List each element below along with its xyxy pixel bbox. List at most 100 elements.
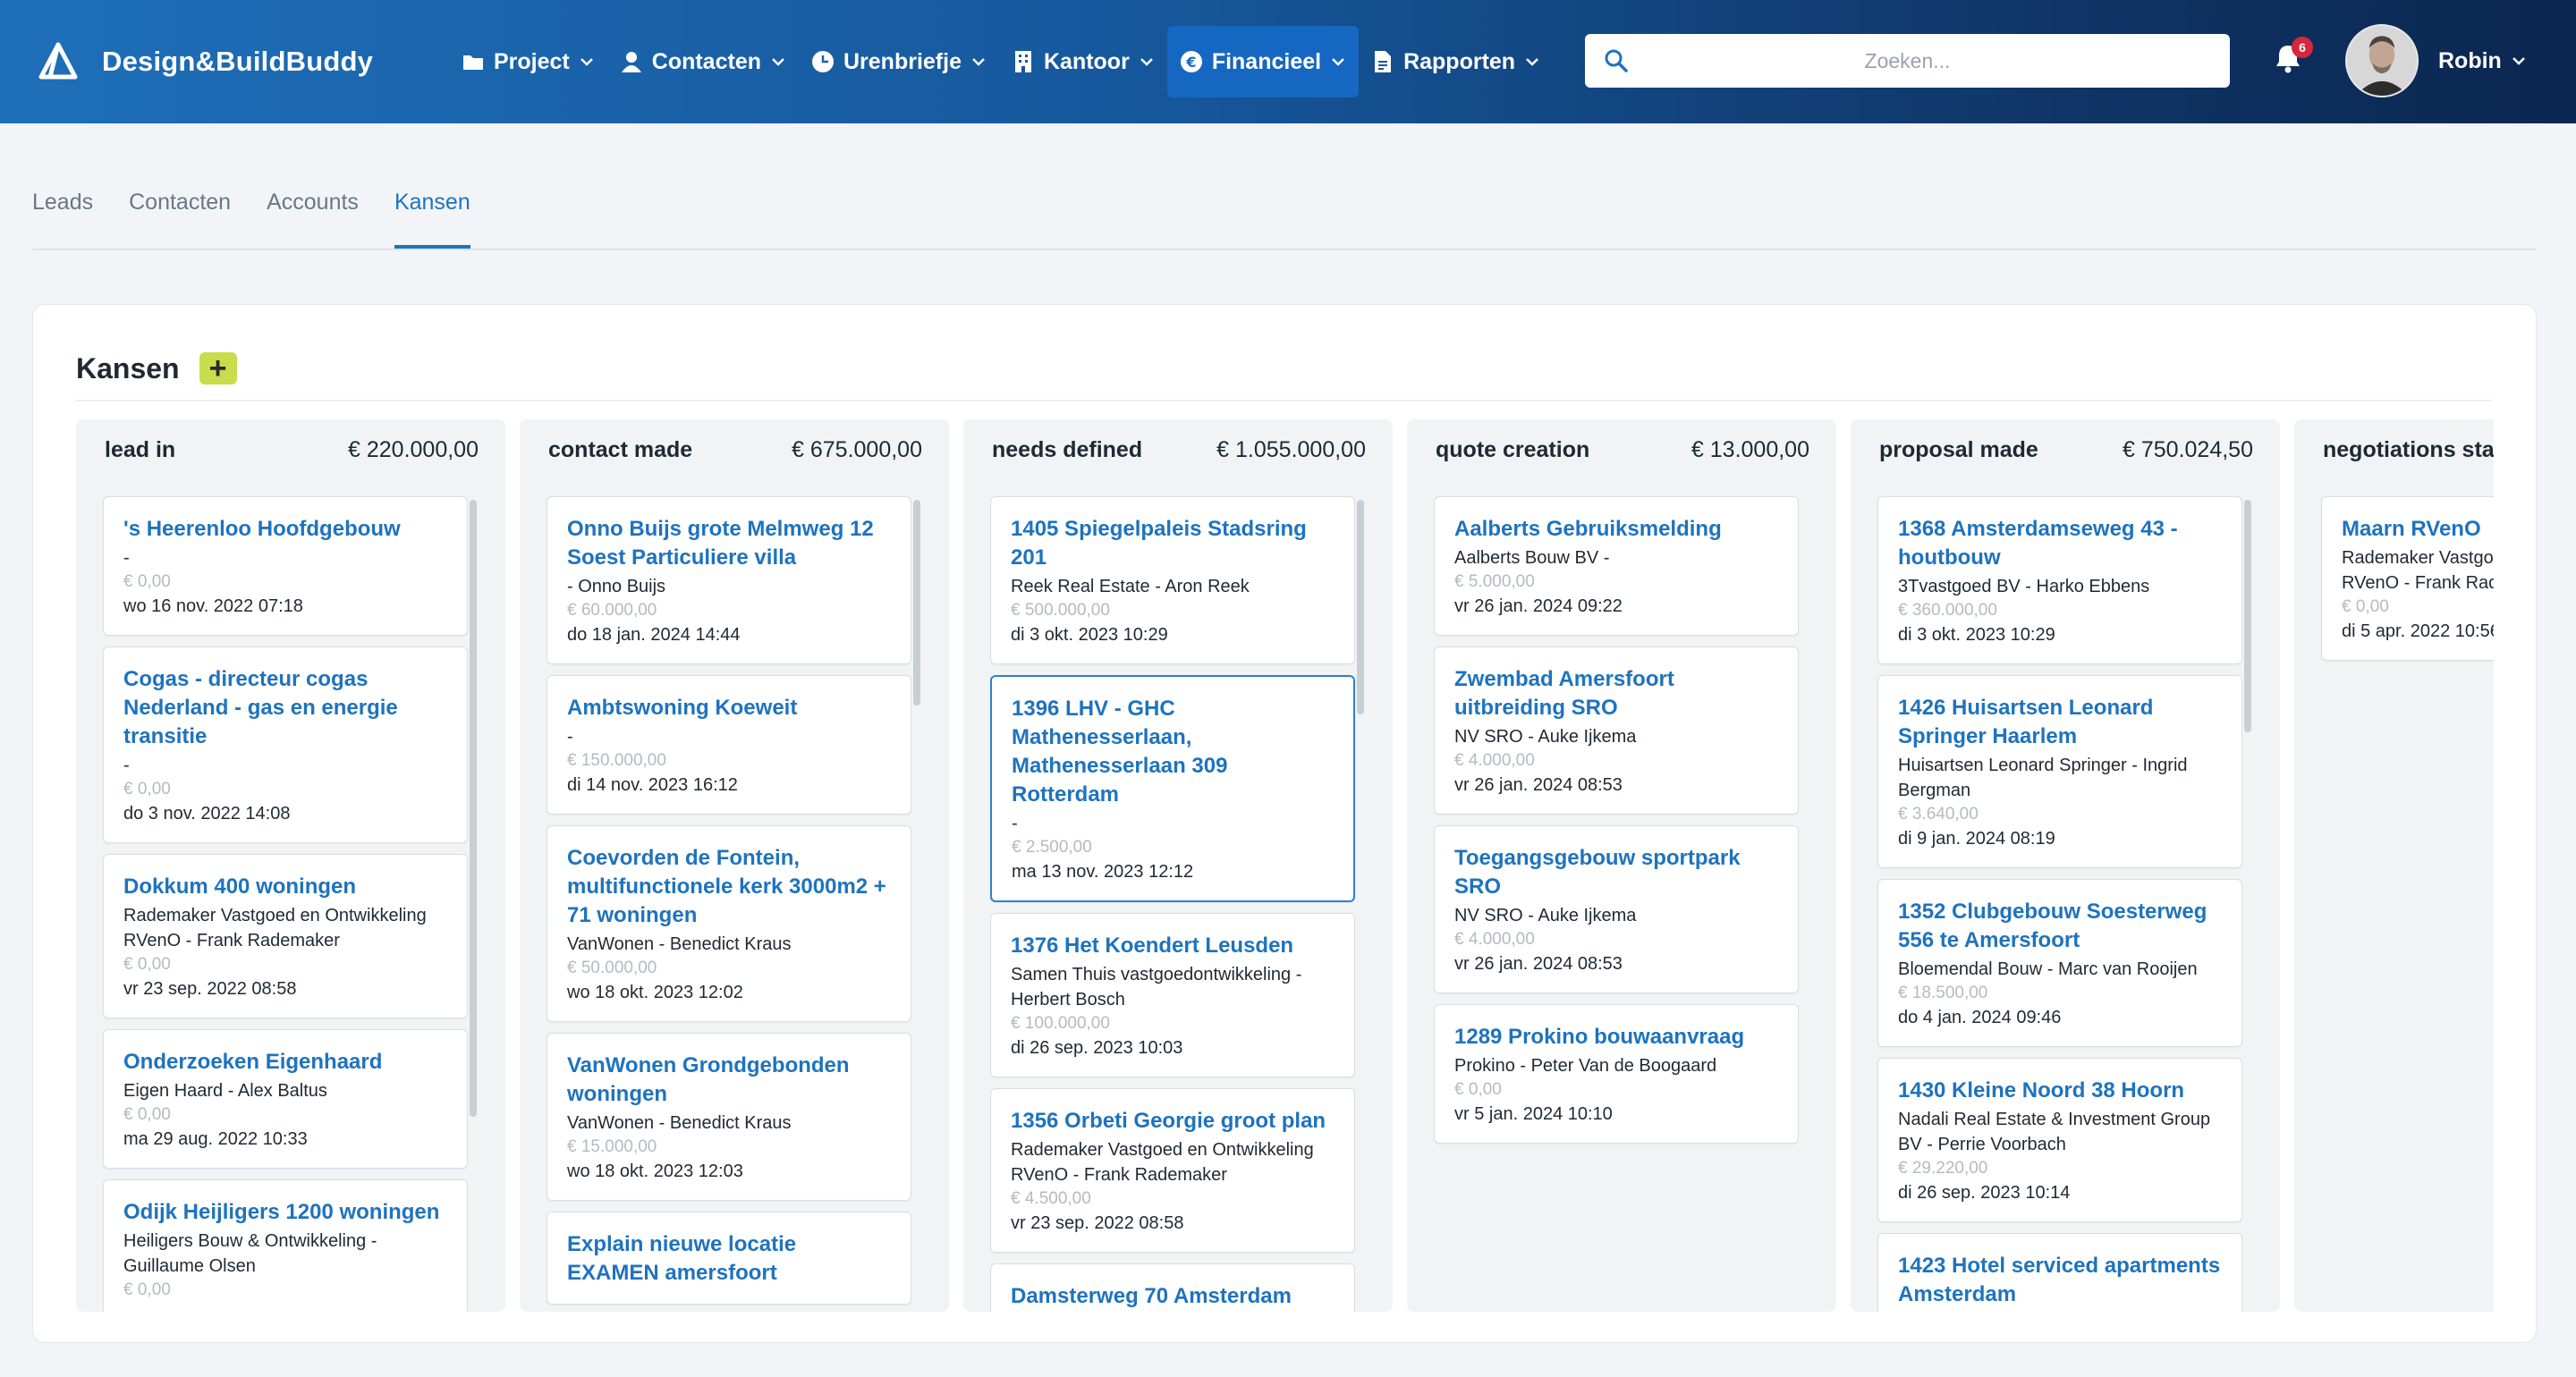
main-nav: Project Contacten Urenbriefje Kantoor € … xyxy=(422,0,1553,123)
opportunity-card[interactable]: 1396 LHV - GHC Mathenesserlaan, Mathenes… xyxy=(990,675,1355,902)
opportunity-card[interactable]: 1376 Het Koendert Leusden Samen Thuis vas… xyxy=(990,913,1355,1077)
opportunity-card[interactable]: 1405 Spiegelpaleis Stadsring 201 Reek Rea… xyxy=(990,496,1355,664)
card-title-link[interactable]: Cogas - directeur cogas Nederland - gas … xyxy=(123,665,447,751)
opportunity-card[interactable]: Onderzoeken Eigenhaard Eigen Haard - Alex… xyxy=(103,1029,468,1169)
document-icon xyxy=(1375,51,1392,72)
card-list[interactable]: Onno Buijs grote Melmweg 12 Soest Partic… xyxy=(547,496,911,1312)
page-title: Kansen xyxy=(76,351,180,384)
opportunity-card[interactable]: 1423 Hotel serviced apartments Amsterdam xyxy=(1877,1233,2242,1312)
column-total-amount: € 13.000,00 xyxy=(1690,437,1809,462)
opportunity-card[interactable]: 1426 Huisartsen Leonard Springer Haarlem… xyxy=(1877,675,2242,868)
card-list[interactable]: Aalberts Gebruiksmelding Aalberts Bouw BV… xyxy=(1434,496,1799,1312)
card-title-link[interactable]: 1426 Huisartsen Leonard Springer Haarlem xyxy=(1898,694,2222,751)
column-header: proposal made € 750.024,50 xyxy=(1879,437,2253,463)
opportunity-card[interactable]: Aalberts Gebruiksmelding Aalberts Bouw BV… xyxy=(1434,496,1799,636)
opportunity-card[interactable]: 1356 Orbeti Georgie groot plan Rademaker … xyxy=(990,1088,1355,1253)
card-title-link[interactable]: 1405 Spiegelpaleis Stadsring 201 xyxy=(1011,515,1335,572)
card-title-link[interactable]: Maarn RVenO xyxy=(2342,515,2494,544)
chevron-down-icon xyxy=(1526,58,1538,66)
card-title-link[interactable]: Explain nieuwe locatie EXAMEN amersfoort xyxy=(567,1230,891,1288)
sub-tabs: Leads Contacten Accounts Kansen xyxy=(32,123,2537,250)
nav-contacten[interactable]: Contacten xyxy=(607,26,799,97)
card-title-link[interactable]: 1396 LHV - GHC Mathenesserlaan, Mathenes… xyxy=(1012,695,1334,809)
opportunity-card[interactable]: Explain nieuwe locatie EXAMEN amersfoort xyxy=(547,1212,911,1305)
opportunity-card[interactable]: 's Heerenloo Hoofdgebouw - € 0,00 wo 16 nov… xyxy=(103,496,468,636)
kanban-column: lead in € 220.000,00 's Heerenloo Hoofdgeb… xyxy=(76,419,505,1312)
card-list[interactable]: 's Heerenloo Hoofdgebouw - € 0,00 wo 16 nov… xyxy=(103,496,468,1312)
nav-rapporten[interactable]: Rapporten xyxy=(1359,26,1553,97)
column-scrollbar[interactable] xyxy=(2244,500,2251,732)
chevron-down-icon xyxy=(972,58,985,66)
column-header: contact made € 675.000,00 xyxy=(548,437,922,463)
tab-leads[interactable]: Leads xyxy=(32,123,93,249)
nav-project-label: Project xyxy=(494,48,570,74)
opportunity-card[interactable]: 1368 Amsterdamseweg 43 - houtbouw 3Tvastg… xyxy=(1877,496,2242,664)
opportunity-card[interactable]: Cogas - directeur cogas Nederland - gas … xyxy=(103,646,468,843)
card-title-link[interactable]: 1430 Kleine Noord 38 Hoorn xyxy=(1898,1077,2222,1105)
opportunity-card[interactable]: 1352 Clubgebouw Soesterweg 556 te Amersf… xyxy=(1877,879,2242,1047)
card-title-link[interactable]: Coevorden de Fontein, multifunctionele k… xyxy=(567,844,891,930)
opportunity-card[interactable]: Onno Buijs grote Melmweg 12 Soest Partic… xyxy=(547,496,911,664)
opportunity-card[interactable]: 1289 Prokino bouwaanvraag Prokino - Peter… xyxy=(1434,1004,1799,1144)
search-input[interactable] xyxy=(1630,34,2185,88)
card-title-link[interactable]: 1356 Orbeti Georgie groot plan xyxy=(1011,1107,1335,1136)
card-date: vr 26 jan. 2024 09:22 xyxy=(1454,596,1623,616)
card-amount: € 0,00 xyxy=(123,1280,171,1299)
search-box xyxy=(1585,34,2230,88)
card-list[interactable]: 1405 Spiegelpaleis Stadsring 201 Reek Rea… xyxy=(990,496,1355,1312)
card-title-link[interactable]: VanWonen Grondgebonden woningen xyxy=(567,1052,891,1109)
column-scrollbar[interactable] xyxy=(470,500,477,1117)
kanban-column: proposal made € 750.024,50 1368 Amsterdams… xyxy=(1851,419,2280,1312)
opportunity-card[interactable]: Damsterweg 70 Amsterdam xyxy=(990,1263,1355,1312)
nav-urenbriefje[interactable]: Urenbriefje xyxy=(799,26,999,97)
card-title-link[interactable]: 1368 Amsterdamseweg 43 - houtbouw xyxy=(1898,515,2222,572)
add-kans-button[interactable]: + xyxy=(199,352,237,384)
card-title-link[interactable]: Damsterweg 70 Amsterdam xyxy=(1011,1282,1335,1311)
nav-kantoor[interactable]: Kantoor xyxy=(999,26,1167,97)
card-title-link[interactable]: 's Heerenloo Hoofdgebouw xyxy=(123,515,447,544)
card-amount: € 500.000,00 xyxy=(1011,601,1110,620)
card-title-link[interactable]: Dokkum 400 woningen xyxy=(123,873,447,901)
nav-kantoor-label: Kantoor xyxy=(1043,48,1130,74)
column-header: quote creation € 13.000,00 xyxy=(1436,437,1809,463)
opportunity-card[interactable]: 1430 Kleine Noord 38 Hoorn Nadali Real Es… xyxy=(1877,1058,2242,1222)
card-account-contact: VanWonen - Benedict Kraus xyxy=(567,934,792,954)
card-account-contact: Aalberts Bouw BV - xyxy=(1454,548,1610,568)
tab-kansen[interactable]: Kansen xyxy=(394,123,470,249)
card-title-link[interactable]: Aalberts Gebruiksmelding xyxy=(1454,515,1778,544)
column-scrollbar[interactable] xyxy=(1357,500,1364,714)
card-list[interactable]: 1368 Amsterdamseweg 43 - houtbouw 3Tvastg… xyxy=(1877,496,2242,1312)
tab-accounts[interactable]: Accounts xyxy=(267,123,359,249)
notifications-button[interactable]: 6 xyxy=(2272,37,2313,80)
opportunity-card[interactable]: VanWonen Grondgebonden woningen VanWonen … xyxy=(547,1033,911,1201)
column-name: proposal made xyxy=(1879,437,2038,462)
card-title-link[interactable]: Zwembad Amersfoort uitbreiding SRO xyxy=(1454,665,1778,722)
nav-financieel[interactable]: € Financieel xyxy=(1166,26,1360,97)
card-title-link[interactable]: Onno Buijs grote Melmweg 12 Soest Partic… xyxy=(567,515,891,572)
opportunity-card[interactable]: Coevorden de Fontein, multifunctionele k… xyxy=(547,825,911,1022)
card-title-link[interactable]: 1352 Clubgebouw Soesterweg 556 te Amersf… xyxy=(1898,898,2222,955)
opportunity-card[interactable]: Maarn RVenO Rademaker Vastgoed en Ontwikk… xyxy=(2321,496,2494,661)
chevron-down-icon xyxy=(772,58,784,66)
tab-contacten[interactable]: Contacten xyxy=(129,123,231,249)
card-title-link[interactable]: Onderzoeken Eigenhaard xyxy=(123,1048,447,1077)
opportunity-card[interactable]: Ambtswoning Koeweit - € 150.000,00 di 14 no… xyxy=(547,675,911,815)
card-title-link[interactable]: Toegangsgebouw sportpark SRO xyxy=(1454,844,1778,901)
brand-logo-link[interactable]: Design&BuildBuddy xyxy=(38,41,422,82)
card-title-link[interactable]: Ambtswoning Koeweit xyxy=(567,694,891,722)
column-scrollbar[interactable] xyxy=(913,500,920,705)
card-list[interactable]: Maarn RVenO Rademaker Vastgoed en Ontwikk… xyxy=(2321,496,2494,1312)
nav-project[interactable]: Project xyxy=(449,26,607,97)
opportunity-card[interactable]: Dokkum 400 woningen Rademaker Vastgoed en… xyxy=(103,854,468,1018)
card-title-link[interactable]: 1376 Het Koendert Leusden xyxy=(1011,932,1335,960)
user-menu[interactable]: Robin xyxy=(2345,23,2527,98)
opportunity-card[interactable]: Toegangsgebouw sportpark SRO NV SRO - Auk… xyxy=(1434,825,1799,993)
card-title-link[interactable]: 1423 Hotel serviced apartments Amsterdam xyxy=(1898,1252,2222,1309)
opportunity-card[interactable]: Zwembad Amersfoort uitbreiding SRO NV SRO… xyxy=(1434,646,1799,815)
user-name: Robin xyxy=(2438,47,2502,73)
card-account-contact: Eigen Haard - Alex Baltus xyxy=(123,1081,327,1101)
card-date: do 3 nov. 2022 14:08 xyxy=(123,804,291,824)
opportunity-card[interactable]: Odijk Heijligers 1200 woningen Heiligers … xyxy=(103,1179,468,1312)
card-title-link[interactable]: 1289 Prokino bouwaanvraag xyxy=(1454,1023,1778,1052)
card-title-link[interactable]: Odijk Heijligers 1200 woningen xyxy=(123,1198,447,1227)
